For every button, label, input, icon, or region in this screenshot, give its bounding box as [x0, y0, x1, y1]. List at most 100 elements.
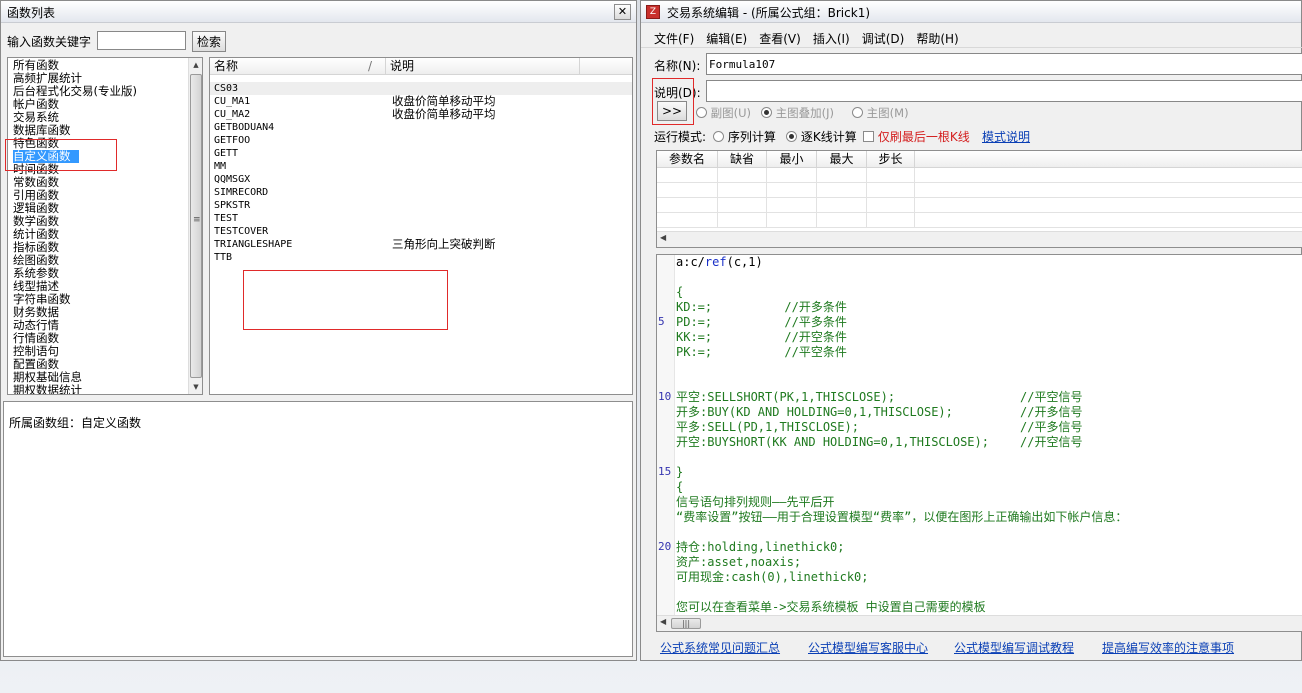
function-name: CU_MA1: [214, 96, 251, 107]
name-input[interactable]: [706, 53, 1302, 75]
radio-icon[interactable]: [696, 107, 707, 118]
param-cell[interactable]: [867, 213, 915, 228]
sort-marker: /: [368, 59, 373, 73]
scroll-left-icon[interactable]: ◀: [660, 617, 666, 626]
param-cell[interactable]: [867, 198, 915, 213]
param-cell[interactable]: [657, 183, 718, 198]
menu-item[interactable]: 插入(I): [813, 30, 850, 47]
table-row[interactable]: SPKSTR: [210, 199, 632, 212]
search-input[interactable]: [97, 31, 186, 50]
column-header-name[interactable]: 名称 /: [210, 58, 386, 75]
app-icon: Z: [646, 5, 660, 19]
radio-icon[interactable]: [786, 131, 797, 142]
search-button[interactable]: 检索: [192, 31, 226, 52]
param-cell[interactable]: [718, 183, 767, 198]
table-row[interactable]: GETBODUAN4: [210, 121, 632, 134]
run-mode-sequential[interactable]: 序列计算: [713, 128, 776, 145]
parameter-grid[interactable]: 参数名 缺省 最小 最大 步长 ◀: [656, 150, 1302, 248]
function-table[interactable]: 名称 / 说明 CS03 CU_MA1 收盘价简单移动平均 CU_MA2 收盘价简单移动平…: [209, 57, 633, 395]
table-row[interactable]: QQMSGX: [210, 173, 632, 186]
footer-link-tutorial[interactable]: 公式模型编写调试教程: [954, 639, 1074, 656]
param-cell[interactable]: [867, 168, 915, 183]
checkbox-icon[interactable]: [863, 131, 874, 142]
menu-item[interactable]: 帮助(H): [916, 30, 958, 47]
footer-link-faq[interactable]: 公式系统常见问题汇总: [660, 639, 780, 656]
param-cell[interactable]: [657, 213, 718, 228]
scroll-left-icon[interactable]: ◀: [660, 233, 666, 242]
editor-titlebar: Z 交易系统编辑 - (所属公式组：Brick1): [641, 1, 1301, 23]
desc-input[interactable]: [706, 80, 1302, 102]
param-cell[interactable]: [767, 198, 817, 213]
menu-item[interactable]: 调试(D): [862, 30, 905, 47]
table-row[interactable]: TTB: [210, 251, 632, 264]
table-row[interactable]: CU_MA2 收盘价简单移动平均: [210, 108, 632, 121]
menu-item[interactable]: 编辑(E): [706, 30, 747, 47]
param-cell[interactable]: [817, 213, 867, 228]
table-row[interactable]: MM: [210, 160, 632, 173]
radio-icon[interactable]: [713, 131, 724, 142]
function-name: TRIANGLESHAPE: [214, 239, 293, 250]
function-name: SPKSTR: [214, 200, 251, 211]
param-column-header: 缺省: [718, 151, 767, 168]
highlight-box-table: [243, 270, 448, 330]
param-column-header: 参数名: [657, 151, 718, 168]
code-block-trade-comments: //平空信号 //开多信号 //平多信号 //开空信号: [1020, 390, 1083, 449]
hscroll-thumb[interactable]: |||: [671, 618, 701, 629]
param-cell[interactable]: [767, 168, 817, 183]
function-desc: 三角形向上突破判断: [392, 237, 496, 251]
param-cell[interactable]: [915, 183, 1302, 198]
radio-icon[interactable]: [761, 107, 772, 118]
highlight-box-desc: [652, 78, 694, 125]
scroll-down-icon[interactable]: ▼: [189, 380, 202, 394]
category-list[interactable]: 所有函数 高频扩展统计 后台程式化交易(专业版) 帐户函数 交易系统 数据库函数 特色函数自…: [7, 57, 203, 395]
function-name: QQMSGX: [214, 174, 251, 185]
param-cell[interactable]: [718, 213, 767, 228]
footer-link-support[interactable]: 公式模型编写客服中心: [808, 639, 928, 656]
chart-option-main[interactable]: 主图(M): [852, 105, 909, 121]
param-cell[interactable]: [817, 168, 867, 183]
function-list-window: 函数列表 ✕ 输入函数关键字 检索 所有函数 高频扩展统计 后台程式化交易(专业版)…: [0, 0, 637, 661]
run-mode-per-bar[interactable]: 逐K线计算: [786, 128, 857, 145]
param-cell[interactable]: [657, 168, 718, 183]
menu-item[interactable]: 查看(V): [759, 30, 801, 47]
param-column-header: 最小: [767, 151, 817, 168]
radio-icon[interactable]: [852, 107, 863, 118]
param-cell[interactable]: [767, 183, 817, 198]
table-row[interactable]: GETT: [210, 147, 632, 160]
function-desc: 收盘价简单移动平均: [392, 107, 496, 121]
column-header-desc[interactable]: 说明: [386, 58, 580, 75]
category-items: 所有函数 高频扩展统计 后台程式化交易(专业版) 帐户函数 交易系统 数据库函数 特色函数自…: [13, 59, 188, 395]
close-icon[interactable]: ✕: [614, 4, 631, 20]
scroll-up-icon[interactable]: ▲: [189, 58, 202, 72]
param-cell[interactable]: [657, 198, 718, 213]
param-cell[interactable]: [817, 198, 867, 213]
menu-item[interactable]: 文件(F): [654, 30, 694, 47]
param-cell[interactable]: [718, 198, 767, 213]
param-cell[interactable]: [915, 198, 1302, 213]
line-number-15: 15: [658, 465, 672, 478]
category-item[interactable]: 期权数据统计: [13, 384, 188, 395]
hscroll-bar[interactable]: ◀ |||: [657, 615, 1302, 631]
chart-option-overlay[interactable]: 主图叠加(J): [761, 105, 834, 121]
param-column-header: [915, 151, 1302, 168]
param-hscroll[interactable]: ◀: [657, 231, 1302, 247]
function-name: GETT: [214, 148, 239, 159]
table-row[interactable]: TRIANGLESHAPE 三角形向上突破判断: [210, 238, 632, 251]
menu-divider: [641, 47, 1302, 48]
mode-help-link[interactable]: 模式说明: [982, 128, 1030, 145]
footer-link-efficiency[interactable]: 提高编写效率的注意事项: [1102, 639, 1234, 656]
param-cell[interactable]: [817, 183, 867, 198]
category-scrollbar[interactable]: ▲ ≡ ▼: [188, 58, 202, 394]
scroll-thumb[interactable]: ≡: [190, 74, 202, 378]
table-row[interactable]: GETFOO: [210, 134, 632, 147]
param-cell[interactable]: [915, 213, 1302, 228]
chart-option-sub[interactable]: 副图(U): [696, 105, 751, 121]
table-row[interactable]: TEST: [210, 212, 632, 225]
param-cell[interactable]: [915, 168, 1302, 183]
param-cell[interactable]: [867, 183, 915, 198]
last-bar-only-checkbox[interactable]: 仅刷最后一根K线: [863, 128, 970, 145]
param-cell[interactable]: [767, 213, 817, 228]
table-row[interactable]: SIMRECORD: [210, 186, 632, 199]
menu-bar: 文件(F) 编辑(E) 查看(V) 插入(I) 调试(D) 帮助(H): [654, 30, 971, 47]
param-cell[interactable]: [718, 168, 767, 183]
